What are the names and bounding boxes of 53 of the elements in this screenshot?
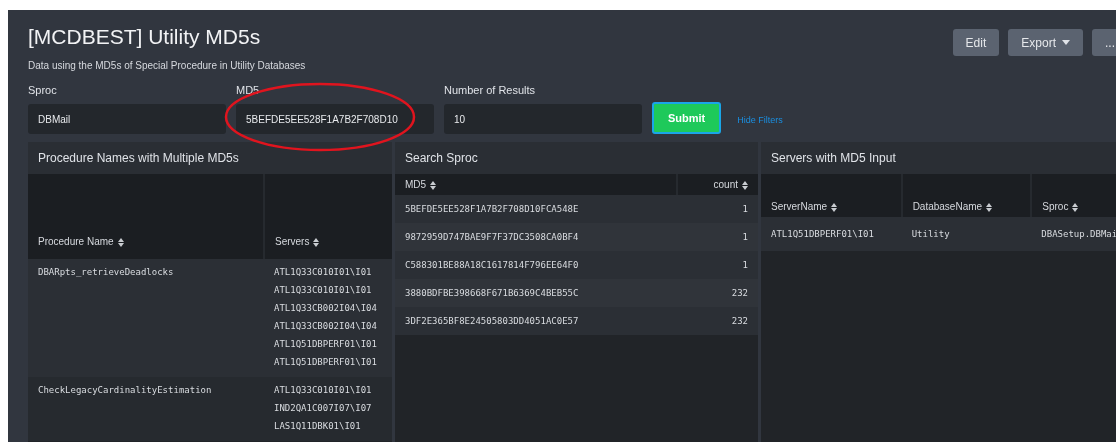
caret-icon bbox=[1062, 40, 1070, 45]
input-field[interactable]: DBMail bbox=[28, 104, 226, 134]
table-cell-text: IND2QA1C007I07\I07 bbox=[274, 402, 373, 415]
export-menu-button[interactable]: Export bbox=[1008, 29, 1083, 56]
column-header[interactable]: ServerName bbox=[761, 174, 902, 217]
sort-icon bbox=[313, 237, 320, 247]
column-header[interactable]: Procedure Name bbox=[28, 174, 264, 259]
table-cell-text: 3DF2E365BF8E24505803DD4051AC0E57 bbox=[405, 315, 580, 327]
table-cell-text: ATL1Q33CB002I04\I04 bbox=[274, 320, 378, 333]
column-header[interactable]: Sproc bbox=[1031, 174, 1116, 217]
table-cell-text: 3880BDFBE398668F671B6369C4BEB55C bbox=[405, 287, 580, 299]
table-cell-text: 232 bbox=[730, 287, 748, 299]
sort-icon bbox=[1072, 202, 1079, 212]
table-cell-text: DBASetup.DBMai bbox=[1041, 228, 1116, 241]
table-cell-text: 1 bbox=[741, 259, 748, 271]
sort-icon bbox=[117, 237, 124, 247]
dashboard-description: Data using the MD5s of Special Procedure in Utility Databases bbox=[28, 60, 307, 71]
input-field[interactable]: 5BEFDE5EE528F1A7B2F708D10 bbox=[236, 104, 434, 134]
table-cell-text: ATL1Q51DBPERF01\I01 bbox=[274, 338, 378, 351]
table-cell-text: ATL1Q51DBPERF01\I01 bbox=[274, 356, 378, 369]
table-cell-text: 1 bbox=[741, 231, 748, 243]
table-cell-text: ATL1Q51DBPERF01\I01 bbox=[771, 228, 875, 241]
column-header[interactable]: DatabaseName bbox=[901, 174, 1032, 217]
sort-icon bbox=[986, 202, 993, 212]
dashboard-title: [MCDBEST] Utility MD5s bbox=[28, 24, 261, 50]
field-label: Number of Results bbox=[444, 84, 537, 96]
table-cell-text: 232 bbox=[730, 315, 748, 327]
table-cell-text: DBARpts_retrieveDeadlocks bbox=[38, 266, 175, 279]
table-cell-text: Utility bbox=[911, 228, 951, 241]
table-cell-text: C588301BE88A18C1617814F796EE64F0 bbox=[405, 259, 580, 271]
field-label: Sproc bbox=[28, 84, 58, 96]
column-header[interactable]: count bbox=[677, 174, 758, 195]
table-cell-text: 5BEFDE5EE528F1A7B2F708D10FCA548E bbox=[405, 203, 580, 215]
action-button[interactable]: ... bbox=[1092, 29, 1116, 56]
table-cell-text: ATL1Q33C010I01\I01 bbox=[274, 266, 373, 279]
input-field[interactable]: 10 bbox=[444, 104, 642, 134]
hide-filters-link[interactable]: Hide Filters bbox=[737, 115, 783, 125]
sort-icon bbox=[831, 202, 838, 212]
table-cell-text: 9872959D747BAE9F7F37DC3508CA0BF4 bbox=[405, 231, 580, 243]
column-header[interactable]: Servers bbox=[264, 174, 392, 259]
table-cell-text: ATL1Q33C010I01\I01 bbox=[274, 284, 373, 297]
table-cell-text: CheckLegacyCardinalityEstimation bbox=[38, 384, 213, 397]
panel-title: Procedure Names with Multiple MD5s bbox=[28, 142, 392, 174]
sort-icon bbox=[430, 180, 437, 190]
table-cell-text: ATL1Q33C010I01\I01 bbox=[274, 384, 373, 397]
table-cell-text: ATL1Q33CB002I04\I04 bbox=[274, 302, 378, 315]
panel-title: Servers with MD5 Input bbox=[761, 142, 1116, 174]
panel-title: Search Sproc bbox=[395, 142, 758, 174]
table-cell-text: 1 bbox=[741, 203, 748, 215]
sort-icon bbox=[742, 180, 748, 190]
action-button[interactable]: Edit bbox=[952, 29, 1000, 56]
column-header[interactable]: MD5 bbox=[395, 174, 678, 195]
table-cell-text: LAS1Q11DBK01\I01 bbox=[274, 420, 362, 433]
